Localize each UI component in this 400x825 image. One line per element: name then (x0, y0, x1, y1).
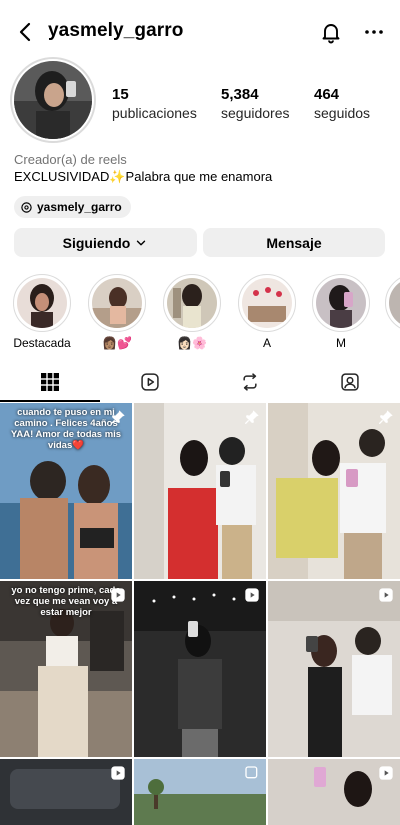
threads-link[interactable]: yasmely_garro (14, 196, 131, 218)
stat-followers[interactable]: 5,384 seguidores (221, 86, 290, 121)
profile-category: Creador(a) de reels (14, 152, 127, 167)
highlight-label: 👩🏻🌸 (177, 336, 207, 350)
following-button-label: Siguiendo (62, 234, 131, 251)
highlight-cover (92, 278, 142, 328)
highlight-item[interactable]: Destacada (12, 274, 72, 350)
highlight-item[interactable]: M (311, 274, 371, 350)
post-thumbnail[interactable] (134, 581, 266, 757)
highlight-label: A (262, 336, 271, 350)
highlight-item-partial[interactable] (385, 274, 400, 332)
reels-play-icon (141, 373, 159, 391)
post-overlay-text: cuando te puso en mi camino . Felices 4a… (10, 407, 122, 451)
avatar-photo (14, 61, 92, 139)
stat-followers-label: seguidores (221, 105, 290, 121)
message-button[interactable]: Mensaje (203, 228, 385, 257)
stat-posts-label: publicaciones (112, 105, 197, 121)
more-options-icon[interactable] (362, 20, 386, 44)
highlight-label: M (336, 336, 346, 350)
highlight-cover (167, 278, 217, 328)
pin-icon (110, 410, 125, 425)
carousel-icon (245, 766, 258, 779)
pin-icon (244, 410, 259, 425)
threads-icon (21, 201, 32, 213)
tagged-user-icon (341, 373, 359, 391)
reel-icon (379, 766, 393, 780)
profile-tabs (0, 362, 400, 402)
stat-following[interactable]: 464 seguidos (314, 86, 370, 121)
highlight-cover (17, 278, 67, 328)
post-thumbnail[interactable] (268, 581, 400, 757)
post-thumbnail[interactable]: cuando te puso en mi camino . Felices 4a… (0, 403, 132, 579)
following-button[interactable]: Siguiendo (14, 228, 197, 257)
stat-followers-value: 5,384 (221, 86, 259, 103)
post-thumbnail[interactable] (0, 759, 132, 825)
reel-icon (111, 588, 125, 602)
message-button-label: Mensaje (266, 234, 322, 251)
repost-icon (243, 373, 257, 391)
reel-icon (111, 766, 125, 780)
threads-handle: yasmely_garro (37, 200, 122, 214)
reel-icon (245, 588, 259, 602)
bell-icon[interactable] (319, 20, 343, 44)
post-thumbnail[interactable] (268, 759, 400, 825)
highlight-item[interactable]: A (237, 274, 297, 350)
highlight-item[interactable]: 👩🏻🌸 (162, 274, 222, 350)
reel-icon (379, 588, 393, 602)
tab-reposts[interactable] (200, 362, 300, 402)
post-thumbnail[interactable]: yo no tengo prime, cada vez que me vean … (0, 581, 132, 757)
grid-icon (41, 373, 59, 391)
highlight-label: 👩🏽💕 (102, 336, 132, 350)
pin-icon (378, 410, 393, 425)
tab-grid[interactable] (0, 362, 100, 402)
highlight-cover (242, 278, 292, 328)
back-arrow-icon[interactable] (14, 20, 38, 44)
post-thumbnail[interactable] (268, 403, 400, 579)
stat-following-value: 464 (314, 86, 340, 103)
profile-avatar[interactable] (10, 57, 96, 143)
highlight-item[interactable]: 👩🏽💕 (87, 274, 147, 350)
stat-posts[interactable]: 15 publicaciones (112, 86, 197, 121)
tab-tagged[interactable] (300, 362, 400, 402)
highlight-cover (316, 278, 366, 328)
profile-bio: EXCLUSIVIDAD✨Palabra que me enamora (14, 169, 273, 184)
highlight-label: Destacada (13, 336, 71, 350)
tab-reels[interactable] (100, 362, 200, 402)
top-bar: yasmely_garro (0, 0, 400, 64)
highlight-cover (389, 278, 400, 328)
active-tab-indicator (0, 400, 100, 402)
post-thumbnail[interactable] (134, 759, 266, 825)
stat-following-label: seguidos (314, 105, 371, 121)
post-thumbnail[interactable] (134, 403, 266, 579)
chevron-down-icon (137, 240, 146, 245)
post-overlay-text: yo no tengo prime, cada vez que me vean … (11, 585, 121, 618)
stat-posts-value: 15 (112, 86, 129, 103)
profile-username: yasmely_garro (48, 20, 184, 41)
